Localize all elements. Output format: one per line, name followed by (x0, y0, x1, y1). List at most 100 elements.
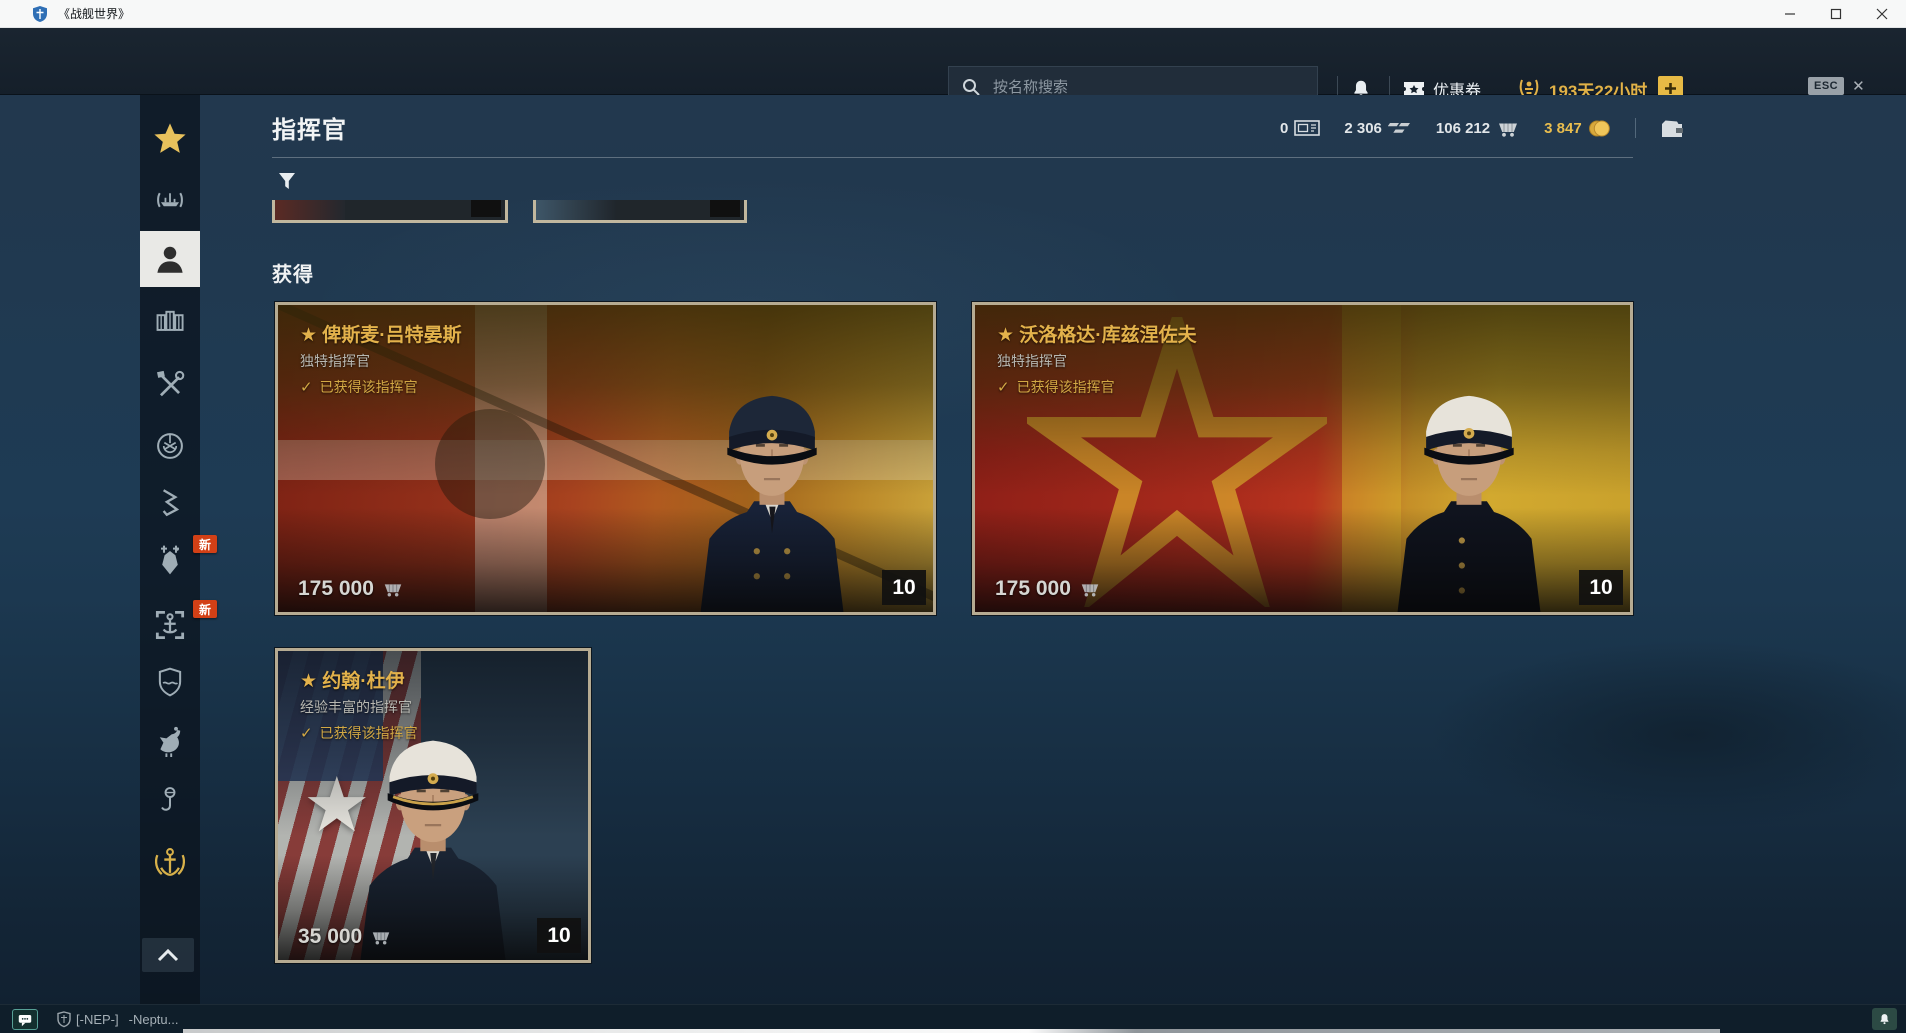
sidebar-item-hook-event[interactable] (140, 772, 200, 828)
commander-status: ✓ 已获得该指挥官 (300, 723, 418, 743)
partial-commander-card[interactable]: 10 (533, 200, 747, 223)
doubloons-value: 3 847 (1544, 120, 1582, 137)
sidebar-collapse-button[interactable] (142, 938, 194, 972)
check-icon: ✓ (300, 378, 313, 396)
sidebar-item-modernization[interactable] (140, 356, 200, 412)
doubloons-icon (1588, 119, 1611, 138)
commander-name: ★ 俾斯麦·吕特晏斯 (300, 320, 462, 347)
sidebar-item-ribbon-campaign[interactable] (140, 475, 200, 531)
game-topbar: 优惠券 193天22小时 ESC ✕ (0, 28, 1906, 95)
price-row: 175 000 (298, 577, 404, 601)
distant-landmass (1430, 640, 1906, 830)
steel-value: 2 306 (1344, 120, 1382, 137)
currency-banknotes[interactable]: 0 (1280, 120, 1320, 137)
window-title: 《战舰世界》 (58, 0, 130, 28)
gold-laurel-anchor-icon (151, 845, 189, 883)
price-value: 175 000 (298, 577, 374, 601)
currency-coal[interactable]: 106 212 (1436, 119, 1520, 138)
clan-tag: [-NEP-] (76, 1012, 119, 1027)
commander-card-kuznetsov[interactable]: ★ 沃洛格达·库兹涅佐夫 独特指挥官 ✓ 已获得该指挥官 175 000 10 (972, 302, 1633, 615)
coal-icon (1079, 580, 1101, 598)
sidebar-item-clan-shield[interactable] (140, 654, 200, 710)
sidebar-item-knot-emblem[interactable] (140, 418, 200, 474)
app-shield-icon (31, 5, 49, 23)
sidebar-item-dockyard-event[interactable] (140, 597, 200, 653)
currency-doubloons[interactable]: 3 847 (1544, 119, 1611, 138)
filter-button[interactable] (274, 168, 300, 194)
coal-value: 106 212 (1436, 120, 1490, 137)
ship-wreath-icon (153, 183, 187, 217)
esc-key-badge[interactable]: ESC (1808, 77, 1844, 95)
currency-steel[interactable]: 2 306 (1344, 120, 1412, 137)
price-row: 35 000 (298, 925, 392, 949)
wallet-icon (1660, 119, 1685, 138)
tools-icon (153, 367, 187, 401)
commander-type: 经验丰富的指挥官 (300, 697, 412, 717)
coal-icon (370, 928, 392, 946)
skill-points-badge: 10 (882, 570, 926, 605)
ribbon-flag-icon (154, 487, 186, 519)
rooster-icon (152, 724, 188, 760)
gold-star-icon (152, 121, 188, 157)
commander-person-icon (152, 241, 188, 277)
price-value: 35 000 (298, 925, 362, 949)
deer-event-icon (152, 542, 188, 578)
commander-name: ★ 沃洛格达·库兹涅佐夫 (997, 320, 1197, 347)
status-notifications-button[interactable] (1872, 1008, 1897, 1030)
sidebar-item-deer-event[interactable] (140, 532, 200, 588)
commander-status: ✓ 已获得该指挥官 (997, 377, 1115, 397)
clan-shield-icon (56, 1011, 72, 1028)
chevron-up-icon (155, 947, 181, 963)
commander-card-lutjens[interactable]: ★ 俾斯麦·吕特晏斯 独特指挥官 ✓ 已获得该指挥官 175 000 10 (275, 302, 936, 615)
maximize-button[interactable] (1813, 0, 1859, 28)
points-badge: 10 (710, 200, 740, 217)
minimize-button[interactable] (1767, 0, 1813, 28)
wallet-button[interactable] (1660, 119, 1685, 138)
new-badge: 新 (193, 600, 217, 618)
player-status[interactable]: [-NEP-] -Neptu... (76, 1005, 178, 1033)
coal-icon (1496, 119, 1520, 138)
commander-type: 独特指挥官 (300, 351, 370, 371)
commander-type: 独特指挥官 (997, 351, 1067, 371)
sidebar-item-commanders[interactable] (140, 231, 200, 287)
bell-icon (1878, 1012, 1891, 1026)
shield-wave-icon (154, 666, 186, 698)
sidebar-item-premium-shop[interactable] (140, 111, 200, 167)
chat-button[interactable] (12, 1009, 38, 1030)
commander-card-john-doe[interactable]: ★ ★ 约翰·杜伊 经验丰富的指挥官 ✓ 已获得该指挥官 (275, 648, 591, 963)
banknote-icon (1294, 120, 1320, 136)
containers-icon (153, 305, 187, 339)
coal-icon (382, 580, 404, 598)
price-row: 175 000 (995, 577, 1101, 601)
filter-funnel-icon (277, 171, 297, 191)
sidebar-item-rooster-event[interactable] (140, 714, 200, 770)
price-value: 175 000 (995, 577, 1071, 601)
taskbar-edge (183, 1029, 1720, 1033)
status-text: 已获得该指挥官 (320, 377, 418, 397)
esc-close-icon[interactable]: ✕ (1852, 79, 1865, 94)
app-window: 《战舰世界》 (0, 0, 1906, 1033)
search-icon (961, 77, 981, 97)
windows-titlebar: 《战舰世界》 (0, 0, 1906, 28)
sidebar-item-naval-battles[interactable] (140, 836, 200, 892)
new-badge: 新 (193, 535, 217, 553)
hook-wheel-icon (154, 784, 186, 816)
header-separator (272, 157, 1633, 158)
chat-bubble-icon (17, 1013, 33, 1027)
close-button[interactable] (1859, 0, 1905, 28)
banknote-value: 0 (1280, 120, 1288, 137)
divider (1635, 118, 1636, 138)
sidebar-item-ship-awards[interactable] (140, 172, 200, 228)
player-name: -Neptu... (129, 1012, 179, 1027)
commander-status: ✓ 已获得该指挥官 (300, 377, 418, 397)
status-text: 已获得该指挥官 (320, 723, 418, 743)
search-input[interactable] (991, 78, 1305, 97)
partial-commander-card[interactable]: 10 (272, 200, 508, 223)
knot-emblem-icon (153, 429, 187, 463)
section-title-acquired: 获得 (272, 258, 314, 287)
status-text: 已获得该指挥官 (1017, 377, 1115, 397)
skill-points-badge: 10 (537, 918, 581, 953)
sidebar-item-containers[interactable] (140, 294, 200, 350)
currency-row: 0 2 306 106 212 3 84 (1280, 116, 1685, 140)
check-icon: ✓ (300, 724, 313, 742)
